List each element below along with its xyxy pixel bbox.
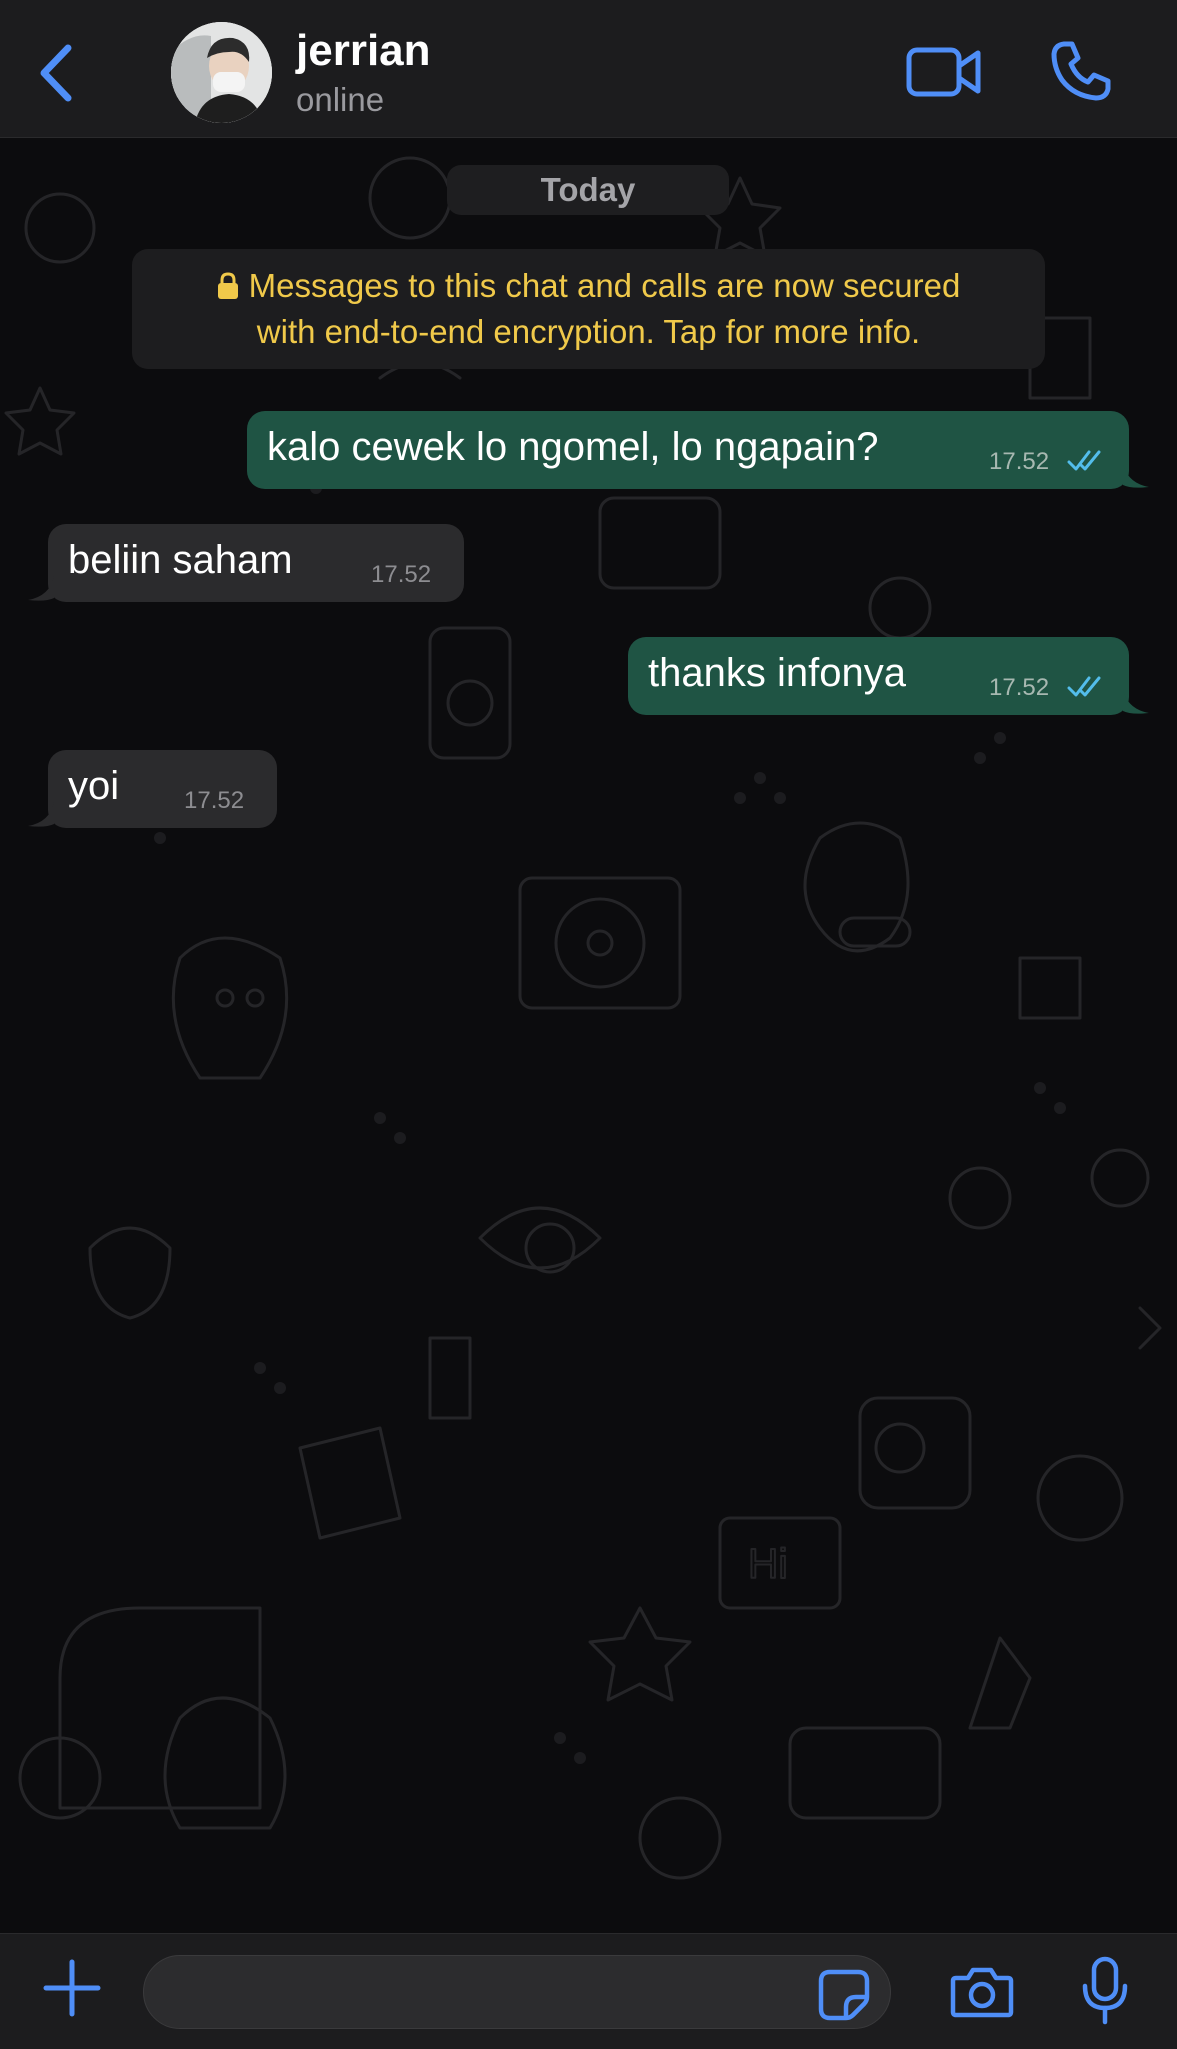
chat-wallpaper: Hi bbox=[4, 156, 1162, 1880]
message-text: kalo cewek lo ngomel, lo ngapain? bbox=[267, 425, 879, 469]
double-check-icon bbox=[1067, 450, 1101, 471]
message-time: 17.52 bbox=[184, 787, 245, 814]
voice-call-button[interactable] bbox=[1050, 40, 1112, 102]
bubble-tail bbox=[28, 576, 54, 601]
encryption-notice-line2: with end-to-end encryption. Tap for more… bbox=[256, 313, 921, 350]
message-text: yoi bbox=[68, 764, 120, 808]
microphone-icon bbox=[1082, 1956, 1128, 2025]
sticker-button[interactable] bbox=[818, 1969, 870, 2021]
message-text: beliin saham bbox=[68, 538, 293, 582]
message-time: 17.52 bbox=[989, 448, 1050, 475]
video-call-button[interactable] bbox=[906, 44, 982, 100]
phone-icon bbox=[1051, 41, 1111, 101]
message-bubble-incoming[interactable]: beliin saham 17.52 bbox=[28, 524, 464, 602]
lock-icon bbox=[217, 266, 239, 299]
chevron-left-icon bbox=[40, 44, 72, 102]
message-input[interactable] bbox=[143, 1955, 891, 2029]
sticker-icon bbox=[818, 1969, 870, 2021]
bubble-tail bbox=[28, 802, 54, 827]
avatar[interactable] bbox=[171, 22, 272, 123]
message-bubble-incoming[interactable]: yoi 17.52 bbox=[28, 750, 277, 828]
contact-name[interactable]: jerrian bbox=[296, 26, 431, 76]
message-time: 17.52 bbox=[371, 561, 432, 588]
camera-button[interactable] bbox=[950, 1964, 1014, 2020]
message-time: 17.52 bbox=[989, 674, 1050, 701]
video-camera-icon bbox=[906, 47, 981, 97]
double-check-icon bbox=[1067, 676, 1101, 697]
bubble-tail bbox=[1123, 689, 1149, 714]
bubble-tail bbox=[1123, 463, 1149, 488]
message-composer bbox=[0, 1933, 1177, 2049]
message-bubble-outgoing[interactable]: thanks infonya 17.52 bbox=[628, 637, 1149, 715]
back-button[interactable] bbox=[28, 38, 84, 108]
svg-text:Hi: Hi bbox=[748, 1540, 788, 1587]
chat-header: jerrian online bbox=[0, 0, 1177, 138]
attach-button[interactable] bbox=[42, 1958, 102, 2018]
date-separator: Today bbox=[447, 165, 729, 215]
chat-area[interactable]: Hi Today Messages to this chat and calls… bbox=[0, 138, 1177, 1933]
encryption-notice-line1: Messages to this chat and calls are now … bbox=[248, 267, 961, 304]
message-text: thanks infonya bbox=[648, 651, 906, 695]
message-bubble-outgoing[interactable]: kalo cewek lo ngomel, lo ngapain? 17.52 bbox=[247, 411, 1149, 489]
voice-message-button[interactable] bbox=[1080, 1956, 1130, 2026]
encryption-notice[interactable]: Messages to this chat and calls are now … bbox=[132, 249, 1045, 369]
contact-status: online bbox=[296, 81, 385, 118]
plus-icon bbox=[43, 1959, 101, 2017]
camera-icon bbox=[950, 1967, 1014, 2018]
